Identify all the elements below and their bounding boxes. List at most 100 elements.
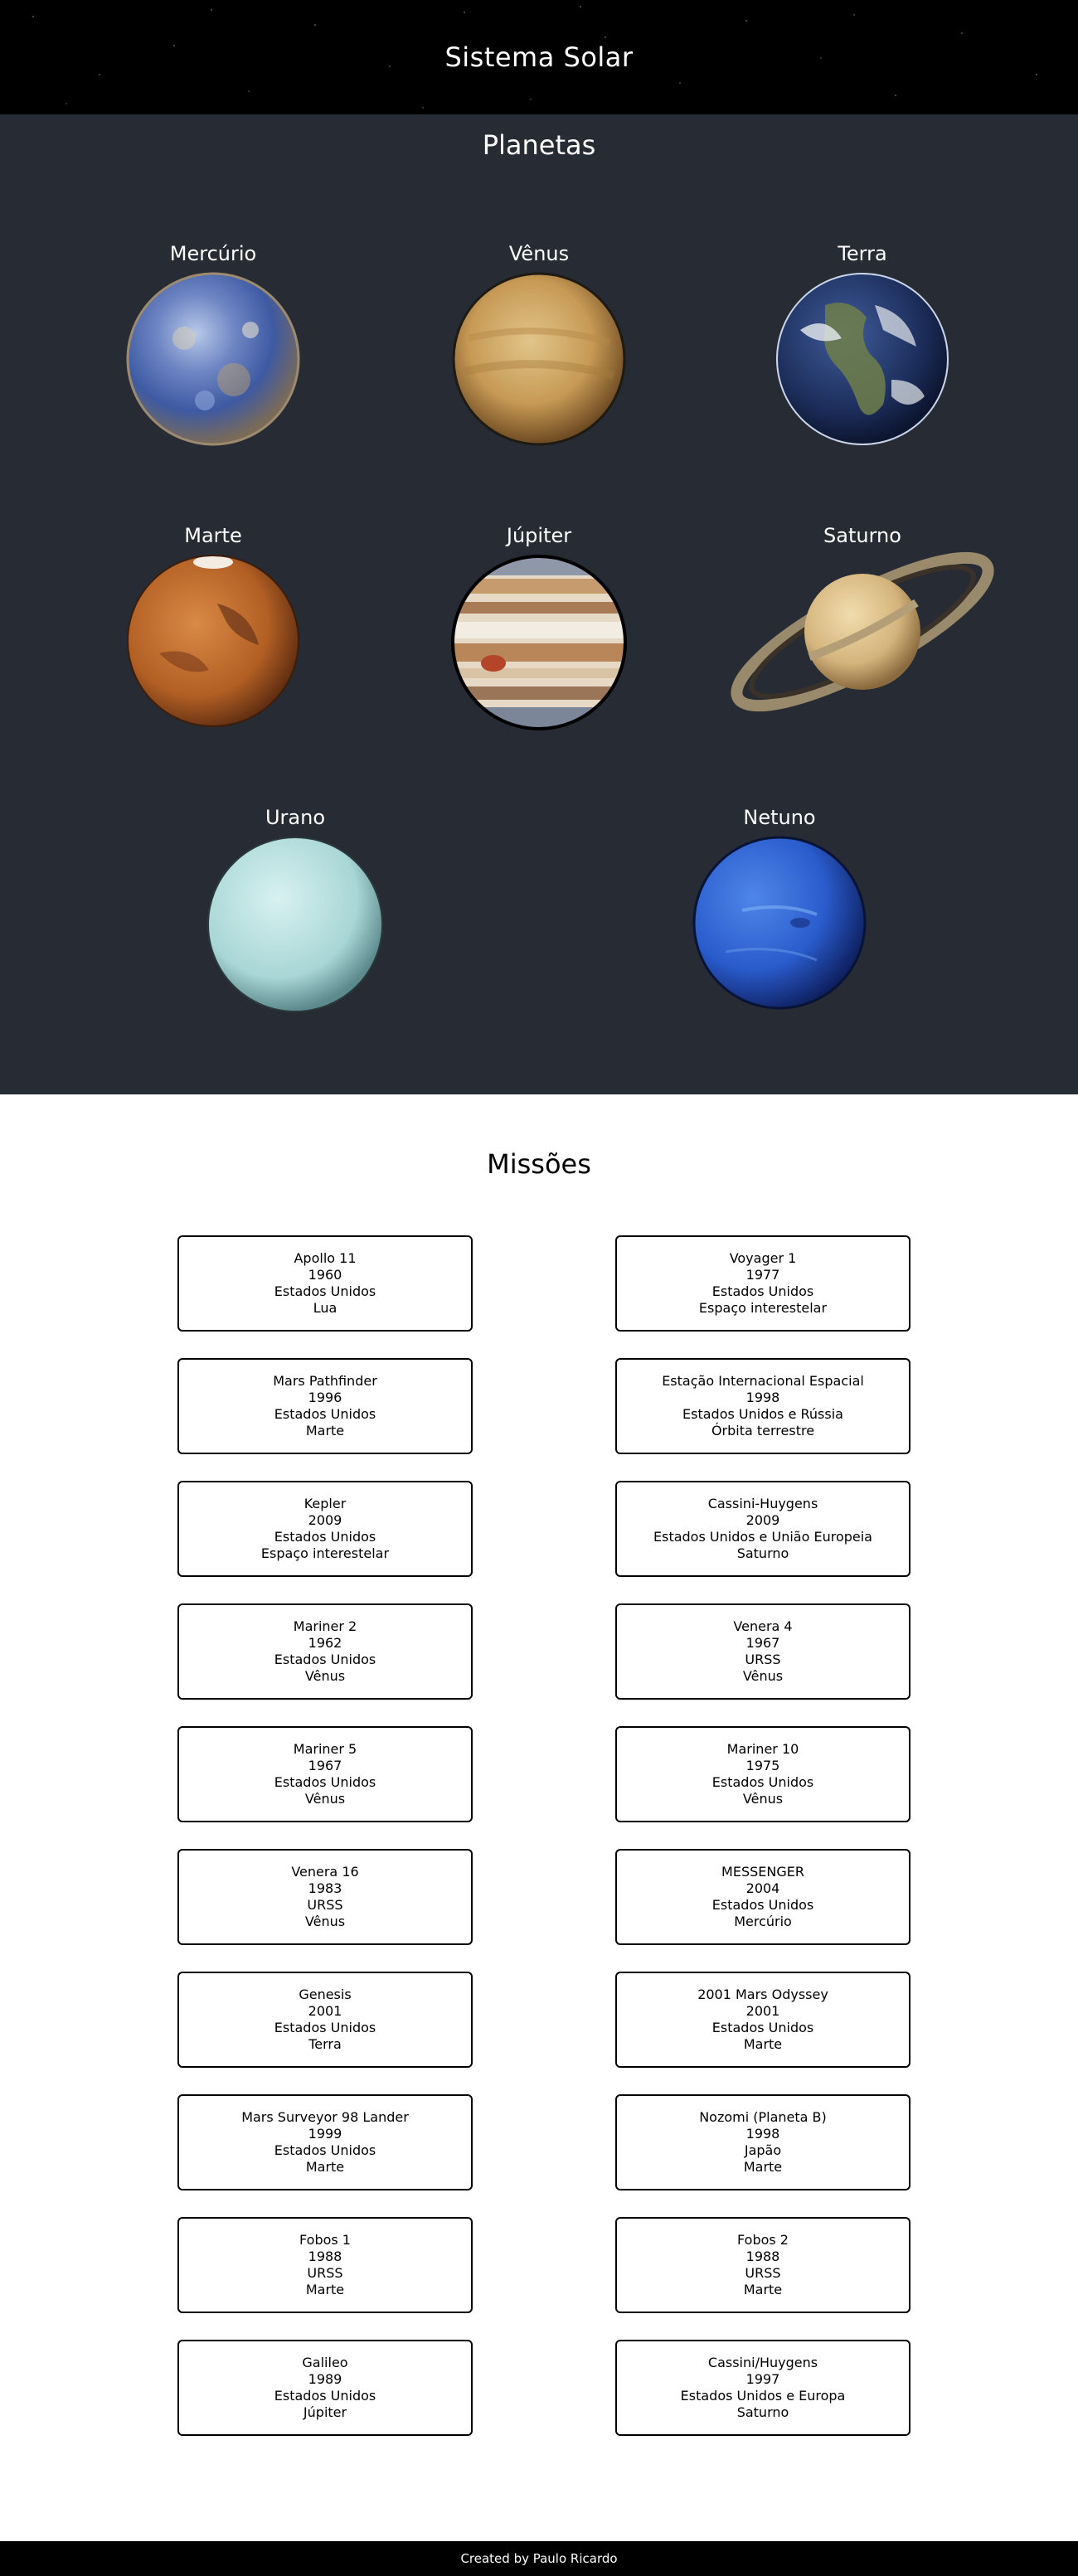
site-title: Sistema Solar [444,41,634,73]
mission-name: Genesis [299,1987,352,2002]
planets-section: Planetas Mercúrio Vênus Terra Marte Júpi… [0,114,1078,1094]
mission-year: 1988 [745,2249,780,2264]
mission-country: Estados Unidos [274,2020,376,2035]
mission-country: Estados Unidos [274,2142,376,2158]
mission-destination: Marte [305,1423,345,1438]
mission-destination: Saturno [736,1545,789,1561]
missions-section: Missões Apollo 11 1960 Estados Unidos Lua Vo… [0,1094,1078,2540]
planet-name: Júpiter [506,524,572,547]
mission-card: Fobos 1 1988 URSS Marte [177,2217,473,2313]
mission-country: Estados Unidos [274,1529,376,1545]
neptune-image [692,836,867,1010]
planet-uranus: Urano [171,806,420,1013]
mission-destination: Mercúrio [734,1914,792,1929]
planet-name: Terra [838,242,887,265]
mission-year: 1962 [308,1635,342,1651]
mission-destination: Marte [743,2036,783,2052]
jupiter-image [451,555,627,730]
planet-venus: Vênus [415,242,663,446]
mission-card: Mars Pathfinder 1996 Estados Unidos Marte [177,1358,473,1454]
mission-destination: Saturno [736,2404,789,2420]
mission-destination: Lua [313,1300,337,1316]
mission-destination: Espaço interestelar [260,1545,390,1561]
planet-mars: Marte [89,524,337,728]
mission-name: Mars Surveyor 98 Lander [241,2109,409,2125]
mission-card: Cassini-Huygens 2009 Estados Unidos e Uniã… [615,1481,910,1577]
mission-name: Venera 4 [733,1618,793,1634]
mission-year: 1988 [308,2249,342,2264]
mission-card: Fobos 2 1988 URSS Marte [615,2217,910,2313]
planet-name: Vênus [508,242,570,265]
mission-year: 1996 [308,1390,342,1405]
mission-card: Apollo 11 1960 Estados Unidos Lua [177,1235,473,1332]
mission-card: 2001 Mars Odyssey 2001 Estados Unidos Marte [615,1972,910,2068]
mission-card: Venera 4 1967 URSS Vênus [615,1603,910,1700]
mission-name: Venera 16 [291,1864,359,1880]
mission-country: Estados Unidos e União Europeia [653,1529,872,1545]
mission-card: Genesis 2001 Estados Unidos Terra [177,1972,473,2068]
mission-country: URSS [745,2265,781,2281]
planet-name: Marte [184,524,242,547]
mission-year: 2009 [745,1512,780,1528]
mission-card: Voyager 1 1977 Estados Unidos Espaço intere… [615,1235,910,1332]
mission-name: Cassini/Huygens [707,2355,818,2370]
planets-title: Planetas [482,129,596,161]
mission-year: 1998 [745,1390,780,1405]
mission-country: Japão [744,2142,782,2158]
mission-year: 2001 [745,2003,780,2019]
mission-card: MESSENGER 2004 Estados Unidos Mercúrio [615,1849,910,1945]
mission-country: Estados Unidos [274,1774,376,1790]
mission-country: Estados Unidos e Europa [680,2388,846,2404]
mission-card: Mars Surveyor 98 Lander 1999 Estados Unido… [177,2094,473,2190]
mission-destination: Marte [305,2282,345,2297]
mission-country: Estados Unidos [711,2020,814,2035]
planet-saturn: Saturno [731,524,994,723]
page-footer: Created by Paulo Ricardo [0,2541,1078,2576]
venus-image [452,272,626,446]
mercury-image [126,272,300,446]
mission-card: Cassini/Huygens 1997 Estados Unidos e Euro… [615,2340,910,2436]
planet-earth: Terra [738,242,987,446]
mission-card: Mariner 2 1962 Estados Unidos Vênus [177,1603,473,1700]
mission-destination: Vênus [304,1668,346,1684]
mission-card: Mariner 10 1975 Estados Unidos Vênus [615,1726,910,1822]
mission-destination: Órbita terrestre [711,1423,815,1438]
missions-title: Missões [487,1148,591,1180]
mission-card: Estação Internacional Espacial 1998 Estado… [615,1358,910,1454]
mission-country: Estados Unidos [274,2388,376,2404]
mission-destination: Vênus [742,1668,784,1684]
mission-destination: Marte [743,2159,783,2175]
mission-destination: Marte [743,2282,783,2297]
mission-destination: Marte [305,2159,345,2175]
page-header: Sistema Solar [0,0,1078,114]
mission-name: Fobos 1 [299,2232,351,2248]
mission-year: 1960 [308,1267,342,1283]
mission-year: 1975 [745,1758,780,1773]
mission-country: Estados Unidos [274,1406,376,1422]
mission-destination: Vênus [742,1791,784,1807]
mission-year: 1989 [308,2371,342,2387]
mission-name: Apollo 11 [294,1250,357,1266]
mission-country: Estados Unidos [711,1897,814,1913]
mission-country: Estados Unidos e Rússia [682,1406,843,1422]
mission-year: 2009 [308,1512,342,1528]
mission-country: Estados Unidos [711,1283,814,1299]
earth-image [776,273,949,445]
mission-destination: Vênus [304,1914,346,1929]
mission-year: 1977 [745,1267,780,1283]
mission-card: Kepler 2009 Estados Unidos Espaço intereste… [177,1481,473,1577]
mission-name: 2001 Mars Odyssey [697,1987,828,2002]
mission-destination: Espaço interestelar [698,1300,828,1316]
mission-country: URSS [745,1652,781,1667]
mission-country: Estados Unidos [274,1652,376,1667]
mission-name: Mariner 2 [293,1618,357,1634]
mission-name: Estação Internacional Espacial [662,1373,864,1389]
mission-year: 2001 [308,2003,342,2019]
uranus-image [207,837,383,1012]
mission-year: 1998 [745,2126,780,2142]
mission-year: 2004 [745,1880,780,1896]
mission-destination: Terra [308,2036,342,2052]
mission-year: 1999 [308,2126,342,2142]
mission-name: Mariner 10 [726,1741,799,1757]
mission-name: Mariner 5 [293,1741,357,1757]
